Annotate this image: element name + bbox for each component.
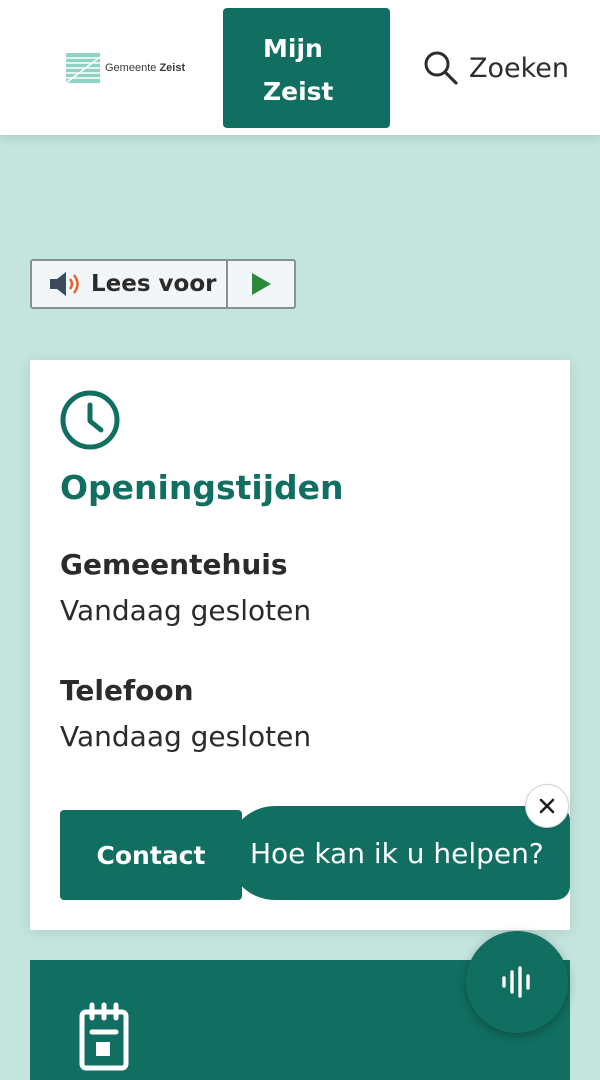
gemeentehuis-status: Vandaag gesloten xyxy=(60,594,312,627)
chat-prompt-text: Hoe kan ik u helpen? xyxy=(250,836,544,870)
mijn-zeist-line1: Mijn xyxy=(263,34,323,63)
mijn-zeist-line2: Zeist xyxy=(263,77,334,106)
read-aloud-label: Lees voor xyxy=(91,271,217,297)
play-icon xyxy=(252,273,271,295)
search-label: Zoeken xyxy=(469,52,570,84)
telefoon-status: Vandaag gesloten xyxy=(60,720,312,753)
telefoon-heading: Telefoon xyxy=(60,674,194,707)
read-aloud-play-button[interactable] xyxy=(226,261,294,307)
search-icon xyxy=(424,51,458,85)
read-aloud-widget: Lees voor xyxy=(30,259,296,309)
calendar-icon xyxy=(79,1002,129,1071)
read-aloud-button[interactable]: Lees voor xyxy=(32,261,226,307)
voice-assistant-button[interactable] xyxy=(466,931,568,1033)
zeist-logo-mark-icon xyxy=(66,53,100,83)
speaker-icon xyxy=(50,272,79,296)
mijn-zeist-button[interactable]: Mijn Zeist xyxy=(223,8,390,128)
site-header: Gemeente Zeist Mijn Zeist Zoeken xyxy=(0,0,600,135)
logo-text: Gemeente Zeist xyxy=(105,62,186,74)
gemeente-zeist-logo[interactable]: Gemeente Zeist xyxy=(66,53,185,83)
close-icon xyxy=(539,798,555,814)
chat-close-button[interactable] xyxy=(525,784,569,828)
gemeentehuis-heading: Gemeentehuis xyxy=(60,548,288,581)
clock-icon xyxy=(60,390,120,450)
chat-prompt-bubble[interactable]: Hoe kan ik u helpen? xyxy=(228,806,570,900)
opening-hours-title: Openingstijden xyxy=(60,468,344,507)
contact-button[interactable]: Contact xyxy=(60,810,242,900)
voice-wave-icon xyxy=(502,966,530,998)
search-button[interactable]: Zoeken xyxy=(423,48,569,88)
